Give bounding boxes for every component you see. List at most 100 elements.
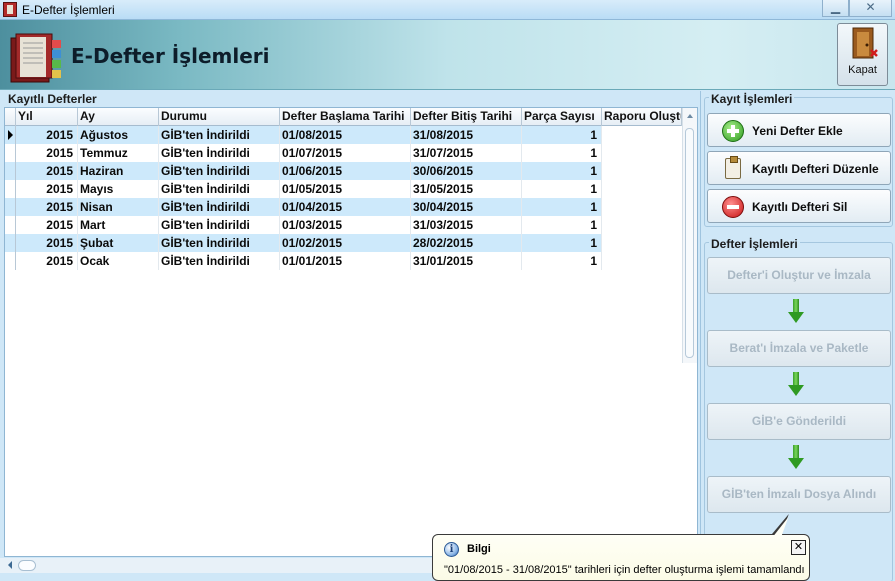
- column-header-parca[interactable]: Parça Sayısı: [522, 108, 602, 126]
- row-selector[interactable]: [5, 126, 16, 144]
- cell-bitis[interactable]: 30/06/2015: [411, 162, 522, 180]
- minimize-icon: ▁: [830, 0, 841, 14]
- table-row[interactable]: 2015 Nisan GİB'ten İndirildi 01/04/2015 30/0…: [5, 198, 602, 216]
- cell-ay[interactable]: Şubat: [78, 234, 159, 252]
- close-icon: ✕: [865, 0, 876, 14]
- cell-parca[interactable]: 1: [522, 126, 602, 144]
- column-header-durumu[interactable]: Durumu: [159, 108, 280, 126]
- cell-durum[interactable]: GİB'ten İndirildi: [159, 252, 280, 270]
- cell-durum[interactable]: GİB'ten İndirildi: [159, 216, 280, 234]
- cell-yil[interactable]: 2015: [16, 234, 78, 252]
- grid-vertical-scrollbar[interactable]: [682, 108, 697, 363]
- cell-ay[interactable]: Ağustos: [78, 126, 159, 144]
- cell-baslama[interactable]: 01/07/2015: [280, 144, 411, 162]
- table-row[interactable]: 2015 Mart GİB'ten İndirildi 01/03/2015 31/03…: [5, 216, 602, 234]
- cell-parca[interactable]: 1: [522, 252, 602, 270]
- cell-yil[interactable]: 2015: [16, 216, 78, 234]
- cell-parca[interactable]: 1: [522, 234, 602, 252]
- cell-bitis[interactable]: 31/03/2015: [411, 216, 522, 234]
- cell-parca[interactable]: 1: [522, 180, 602, 198]
- cell-yil[interactable]: 2015: [16, 162, 78, 180]
- row-selector[interactable]: [5, 180, 16, 198]
- table-row[interactable]: 2015 Ağustos GİB'ten İndirildi 01/08/2015 31…: [5, 126, 602, 144]
- cell-yil[interactable]: 2015: [16, 126, 78, 144]
- cell-bitis[interactable]: 30/04/2015: [411, 198, 522, 216]
- cell-bitis[interactable]: 31/05/2015: [411, 180, 522, 198]
- sent-to-gib-button[interactable]: GİB'e Gönderildi: [707, 403, 891, 440]
- row-selector[interactable]: [5, 216, 16, 234]
- cell-ay[interactable]: Haziran: [78, 162, 159, 180]
- cell-parca[interactable]: 1: [522, 198, 602, 216]
- column-header-baslama[interactable]: Defter Başlama Tarihi: [280, 108, 411, 126]
- current-row-arrow-icon: [8, 130, 13, 140]
- cell-parca[interactable]: 1: [522, 216, 602, 234]
- row-selector[interactable]: [5, 234, 16, 252]
- header-banner: E-Defter İşlemleri Kapat: [0, 20, 895, 90]
- scroll-left-icon[interactable]: [8, 561, 12, 569]
- cell-baslama[interactable]: 01/03/2015: [280, 216, 411, 234]
- table-row[interactable]: 2015 Ocak GİB'ten İndirildi 01/01/2015 31/01…: [5, 252, 602, 270]
- add-ledger-button[interactable]: Yeni Defter Ekle: [707, 113, 891, 147]
- ledger-books-icon: [10, 33, 61, 83]
- cell-yil[interactable]: 2015: [16, 180, 78, 198]
- cell-bitis[interactable]: 31/07/2015: [411, 144, 522, 162]
- operations-panel: Kayıt İşlemleri Yeni Defter Ekle Kayıtlı…: [700, 91, 895, 581]
- cell-baslama[interactable]: 01/02/2015: [280, 234, 411, 252]
- cell-durum[interactable]: GİB'ten İndirildi: [159, 126, 280, 144]
- edit-ledger-label: Kayıtlı Defteri Düzenle: [752, 162, 879, 176]
- horizontal-scroll-thumb[interactable]: [18, 560, 36, 571]
- cell-ay[interactable]: Nisan: [78, 198, 159, 216]
- kapat-label: Kapat: [848, 64, 877, 76]
- cell-bitis[interactable]: 31/01/2015: [411, 252, 522, 270]
- minimize-button[interactable]: ▁: [822, 0, 849, 17]
- info-icon: i: [444, 542, 459, 557]
- row-selector[interactable]: [5, 162, 16, 180]
- cell-durum[interactable]: GİB'ten İndirildi: [159, 162, 280, 180]
- create-and-sign-button[interactable]: Defter'i Oluştur ve İmzala: [707, 257, 891, 294]
- add-icon: [722, 120, 744, 142]
- window-close-button[interactable]: ✕: [849, 0, 892, 17]
- cell-yil[interactable]: 2015: [16, 198, 78, 216]
- cell-ay[interactable]: Mart: [78, 216, 159, 234]
- row-selector[interactable]: [5, 144, 16, 162]
- vertical-scroll-thumb[interactable]: [685, 128, 694, 358]
- table-row[interactable]: 2015 Haziran GİB'ten İndirildi 01/06/2015 30…: [5, 162, 602, 180]
- cell-ay[interactable]: Ocak: [78, 252, 159, 270]
- cell-ay[interactable]: Mayıs: [78, 180, 159, 198]
- cell-baslama[interactable]: 01/05/2015: [280, 180, 411, 198]
- cell-durum[interactable]: GİB'ten İndirildi: [159, 198, 280, 216]
- column-header-rapor[interactable]: Raporu Oluştu: [602, 108, 682, 126]
- sign-and-package-button[interactable]: Berat'ı İmzala ve Paketle: [707, 330, 891, 367]
- cell-parca[interactable]: 1: [522, 162, 602, 180]
- table-row[interactable]: 2015 Temmuz GİB'ten İndirildi 01/07/2015 31/…: [5, 144, 602, 162]
- cell-parca[interactable]: 1: [522, 144, 602, 162]
- column-header-ay[interactable]: Ay: [78, 108, 159, 126]
- balloon-close-button[interactable]: ✕: [791, 540, 806, 555]
- row-selector[interactable]: [5, 198, 16, 216]
- cell-baslama[interactable]: 01/01/2015: [280, 252, 411, 270]
- cell-bitis[interactable]: 31/08/2015: [411, 126, 522, 144]
- table-row[interactable]: 2015 Şubat GİB'ten İndirildi 01/02/2015 28/0…: [5, 234, 602, 252]
- delete-ledger-button[interactable]: Kayıtlı Defteri Sil: [707, 189, 891, 223]
- edit-ledger-button[interactable]: Kayıtlı Defteri Düzenle: [707, 151, 891, 185]
- cell-durum[interactable]: GİB'ten İndirildi: [159, 144, 280, 162]
- cell-durum[interactable]: GİB'ten İndirildi: [159, 180, 280, 198]
- signed-file-received-button[interactable]: GİB'ten İmzalı Dosya Alındı: [707, 476, 891, 513]
- table-row[interactable]: 2015 Mayıs GİB'ten İndirildi 01/05/2015 31/0…: [5, 180, 602, 198]
- cell-baslama[interactable]: 01/04/2015: [280, 198, 411, 216]
- kapat-button[interactable]: Kapat: [837, 23, 888, 86]
- ledger-grid[interactable]: Yıl Ay Durumu Defter Başlama Tarihi Deft…: [4, 107, 698, 557]
- cell-yil[interactable]: 2015: [16, 252, 78, 270]
- delete-ledger-label: Kayıtlı Defteri Sil: [752, 200, 848, 214]
- cell-ay[interactable]: Temmuz: [78, 144, 159, 162]
- cell-baslama[interactable]: 01/08/2015: [280, 126, 411, 144]
- row-selector[interactable]: [5, 252, 16, 270]
- cell-durum[interactable]: GİB'ten İndirildi: [159, 234, 280, 252]
- column-header-yil[interactable]: Yıl: [16, 108, 78, 126]
- cell-bitis[interactable]: 28/02/2015: [411, 234, 522, 252]
- scroll-up-icon[interactable]: [687, 114, 693, 118]
- column-header-bitis[interactable]: Defter Bitiş Tarihi: [411, 108, 522, 126]
- row-selector-header: [5, 108, 16, 126]
- cell-yil[interactable]: 2015: [16, 144, 78, 162]
- cell-baslama[interactable]: 01/06/2015: [280, 162, 411, 180]
